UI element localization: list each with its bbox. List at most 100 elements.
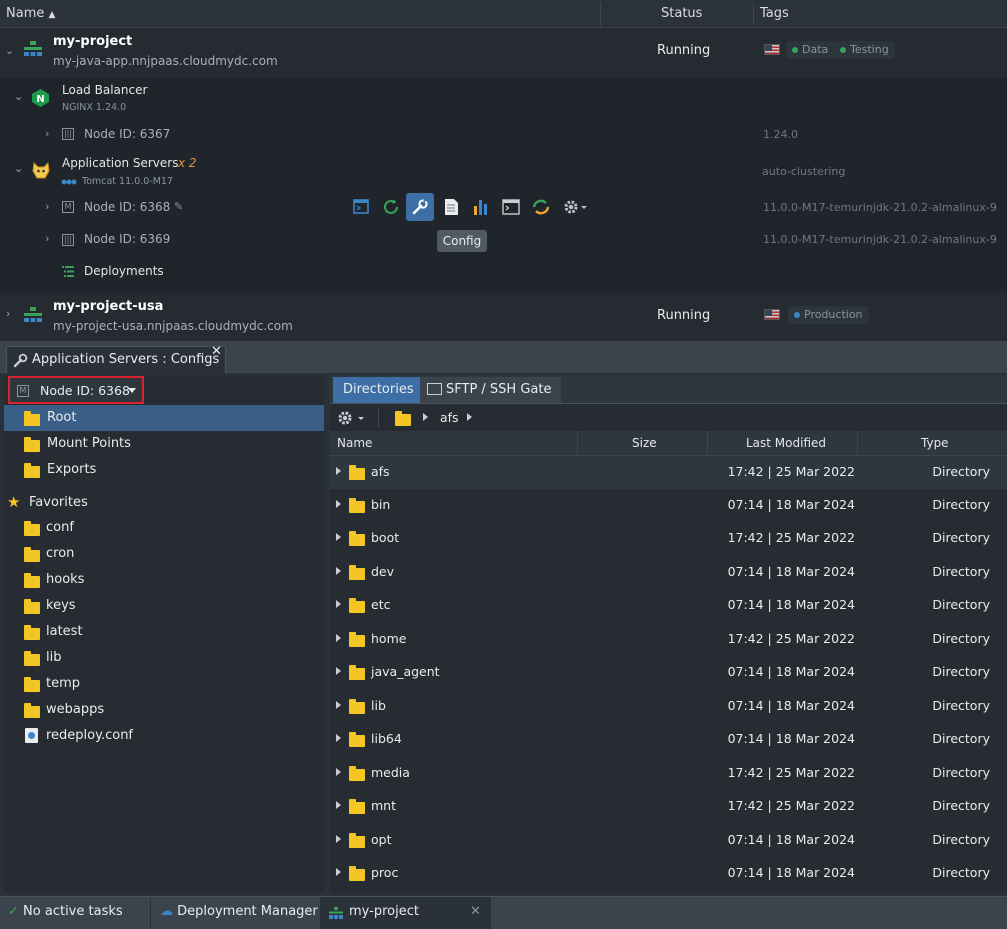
table-row[interactable]: java_agent 07:14 | 18 Mar 2024 Directory (330, 656, 1007, 689)
favorite-temp[interactable]: temp (4, 671, 324, 697)
favorite-lib[interactable]: lib (4, 645, 324, 671)
expand-arrow-icon[interactable] (336, 768, 341, 776)
table-row[interactable]: mnt 17:42 | 25 Mar 2022 Directory (330, 790, 1007, 823)
group-version: Tomcat 11.0.0-M17 (82, 176, 173, 187)
favorite-redeploy-conf[interactable]: redeploy.conf (4, 723, 324, 749)
env-name[interactable]: my-project-usa (53, 299, 163, 314)
settings-dropdown-button[interactable] (560, 193, 594, 221)
col-status-header[interactable]: Status (661, 0, 702, 28)
chevron-right-icon[interactable]: › (6, 307, 10, 320)
col-name-header[interactable]: Name ▲ (6, 0, 55, 28)
table-row[interactable]: lib64 07:14 | 18 Mar 2024 Directory (330, 723, 1007, 756)
table-row[interactable]: proc 07:14 | 18 Mar 2024 Directory (330, 857, 1007, 890)
favorite-keys[interactable]: keys (4, 593, 324, 619)
node-row-6367[interactable]: › ||| Node ID: 6367 1.24.0 (0, 120, 1007, 150)
expand-arrow-icon[interactable] (336, 801, 341, 809)
group-load-balancer[interactable]: ⌄ N Load Balancer NGINX 1.24.0 (0, 78, 1007, 120)
web-ssh-button[interactable] (347, 193, 375, 221)
config-tab[interactable]: Application Servers : Configs (6, 346, 226, 373)
tree-item-mount-points[interactable]: Mount Points (4, 431, 324, 457)
tasks-status[interactable]: ✓ No active tasks (8, 897, 123, 929)
expand-arrow-icon[interactable] (336, 467, 341, 475)
env-row-my-project-usa[interactable]: › my-project-usa my-project-usa.nnjpaas.… (0, 292, 1007, 341)
expand-arrow-icon[interactable] (336, 835, 341, 843)
chevron-right-icon[interactable]: › (45, 200, 49, 213)
breadcrumb-item[interactable]: afs (440, 410, 459, 425)
expand-arrow-icon[interactable] (336, 634, 341, 642)
node-select-dropdown[interactable]: M Node ID: 6368 (8, 376, 144, 404)
close-icon[interactable]: ✕ (211, 344, 222, 359)
table-row[interactable]: lib 07:14 | 18 Mar 2024 Directory (330, 690, 1007, 723)
tab-sftp-ssh-gate[interactable]: SFTP / SSH Gate (420, 377, 562, 403)
tag-data[interactable]: Data (786, 41, 835, 59)
config-file-icon (25, 728, 38, 743)
chevron-right-icon[interactable]: › (45, 127, 49, 140)
group-name: Load Balancer (62, 83, 148, 97)
terminal-icon (502, 199, 520, 215)
folder-icon (349, 498, 365, 513)
expand-arrow-icon[interactable] (336, 533, 341, 541)
tag-production[interactable]: Production (788, 306, 869, 324)
favorite-conf[interactable]: conf (4, 515, 324, 541)
env-url[interactable]: my-java-app.nnjpaas.cloudmydc.com (53, 54, 278, 68)
node-row-6369[interactable]: › ||| Node ID: 6369 11.0.0-M17-temurinjd… (0, 224, 1007, 256)
node-label[interactable]: Node ID: 6368 (84, 200, 170, 214)
expand-arrow-icon[interactable] (336, 734, 341, 742)
tree-item-exports[interactable]: Exports (4, 457, 324, 483)
chevron-down-icon[interactable]: ⌄ (14, 90, 23, 103)
node-label[interactable]: Node ID: 6367 (84, 127, 170, 141)
favorite-cron[interactable]: cron (4, 541, 324, 567)
expand-arrow-icon[interactable] (336, 500, 341, 508)
chevron-right-icon[interactable]: › (45, 232, 49, 245)
statistics-button[interactable] (467, 193, 495, 221)
col-last-modified[interactable]: Last Modified (746, 436, 826, 450)
tag-testing[interactable]: Testing (834, 41, 895, 59)
tree-item-root[interactable]: Root (4, 405, 324, 431)
col-tags-header[interactable]: Tags (760, 0, 789, 28)
table-row[interactable]: dev 07:14 | 18 Mar 2024 Directory (330, 556, 1007, 589)
config-button[interactable] (406, 193, 434, 221)
favorites-header[interactable]: ★ Favorites (4, 490, 324, 516)
favorite-hooks[interactable]: hooks (4, 567, 324, 593)
env-name[interactable]: my-project (53, 34, 132, 49)
col-size[interactable]: Size (632, 436, 657, 450)
table-row[interactable]: opt 07:14 | 18 Mar 2024 Directory (330, 824, 1007, 857)
table-row[interactable]: home 17:42 | 25 Mar 2022 Directory (330, 623, 1007, 656)
expand-arrow-icon[interactable] (336, 667, 341, 675)
tab-directories[interactable]: Directories (333, 377, 424, 403)
col-type[interactable]: Type (921, 436, 949, 450)
table-row[interactable]: afs 17:42 | 25 Mar 2022 Directory (330, 456, 1007, 489)
chevron-down-icon[interactable]: ⌄ (14, 162, 23, 175)
deployments-icon (62, 266, 74, 277)
breadcrumb-arrow-icon[interactable] (467, 413, 472, 421)
project-tab[interactable]: my-project ✕ (321, 897, 491, 929)
node-icon: ||| (62, 128, 74, 140)
restart-button[interactable] (377, 193, 405, 221)
table-row[interactable]: boot 17:42 | 25 Mar 2022 Directory (330, 522, 1007, 555)
expand-arrow-icon[interactable] (336, 600, 341, 608)
chevron-down-icon[interactable]: ⌄ (5, 44, 14, 57)
table-row[interactable]: etc 07:14 | 18 Mar 2024 Directory (330, 589, 1007, 622)
gear-dropdown-button[interactable] (336, 408, 370, 428)
edit-pencil-icon[interactable]: ✎ (174, 200, 183, 213)
deployments-row[interactable]: Deployments (0, 256, 1007, 288)
group-application-servers[interactable]: ⌄ Application Servers x 2 Tomcat 11.0.0-… (0, 150, 1007, 192)
table-row[interactable]: bin 07:14 | 18 Mar 2024 Directory (330, 489, 1007, 522)
terminal-button[interactable] (497, 193, 525, 221)
expand-arrow-icon[interactable] (336, 701, 341, 709)
favorite-webapps[interactable]: webapps (4, 697, 324, 723)
favorite-latest[interactable]: latest (4, 619, 324, 645)
deployments-label[interactable]: Deployments (84, 264, 164, 278)
deployment-manager-button[interactable]: ☁ Deployment Manager (160, 897, 318, 929)
favorite-label: lib (46, 650, 62, 665)
logs-button[interactable] (437, 193, 465, 221)
node-label[interactable]: Node ID: 6369 (84, 232, 170, 246)
expand-arrow-icon[interactable] (336, 868, 341, 876)
close-icon[interactable]: ✕ (470, 897, 481, 927)
env-row-my-project[interactable]: ⌄ my-project my-java-app.nnjpaas.cloudmy… (0, 28, 1007, 78)
env-url[interactable]: my-project-usa.nnjpaas.cloudmydc.com (53, 319, 293, 333)
table-row[interactable]: media 17:42 | 25 Mar 2022 Directory (330, 757, 1007, 790)
col-name[interactable]: Name (337, 436, 372, 450)
expand-arrow-icon[interactable] (336, 567, 341, 575)
redeploy-button[interactable] (527, 193, 555, 221)
